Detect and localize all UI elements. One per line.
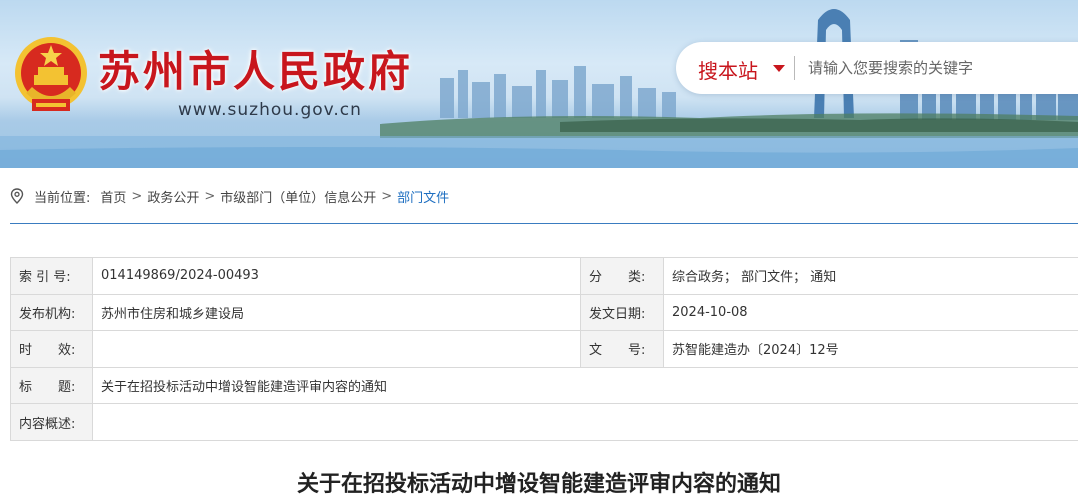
validity-value [92, 330, 581, 368]
document-meta-table: 索 引 号: 014149869/2024-00493 分 类: 综合政务； 部… [10, 257, 1078, 441]
caret-down-icon[interactable] [773, 65, 785, 72]
breadcrumb: 当前位置: 首页 > 政务公开 > 市级部门（单位）信息公开 > 部门文件 [10, 186, 449, 206]
category-label: 分 类: [580, 257, 664, 295]
issue-date-label: 发文日期: [580, 293, 664, 332]
breadcrumb-separator: > [204, 188, 216, 204]
site-title: 苏州市人民政府 [98, 47, 414, 96]
doc-no-value: 苏智能建造办〔2024〕12号 [663, 330, 1078, 368]
national-emblem-icon [15, 37, 87, 111]
index-no-label: 索 引 号: [10, 257, 93, 295]
breadcrumb-department-info-link[interactable]: 市级部门（单位）信息公开 [220, 187, 376, 206]
site-url: www.suzhou.gov.cn [178, 100, 362, 120]
publisher-value: 苏州市住房和城乡建设局 [92, 293, 581, 332]
issue-date-value: 2024-10-08 [663, 293, 1078, 332]
search-scope-dropdown[interactable]: 搜本站 [698, 55, 758, 84]
breadcrumb-divider [10, 223, 1078, 224]
breadcrumb-separator: > [131, 188, 143, 204]
title-label: 标 题: [10, 366, 93, 405]
table-row: 时 效: 文 号: 苏智能建造办〔2024〕12号 [10, 330, 1078, 368]
header-banner: 苏州市人民政府 www.suzhou.gov.cn 搜本站 [0, 0, 1078, 168]
table-row: 发布机构: 苏州市住房和城乡建设局 发文日期: 2024-10-08 [10, 293, 1078, 332]
breadcrumb-department-docs-link[interactable]: 部门文件 [397, 187, 449, 206]
search-divider [794, 56, 795, 80]
location-pin-icon [10, 188, 24, 204]
search-input[interactable] [808, 54, 1058, 82]
validity-label: 时 效: [10, 330, 93, 368]
search-box: 搜本站 [676, 42, 1078, 94]
breadcrumb-separator: > [381, 188, 393, 204]
table-row: 内容概述: [10, 403, 1078, 441]
document-title: 关于在招投标活动中增设智能建造评审内容的通知 [296, 472, 781, 497]
title-value: 关于在招投标活动中增设智能建造评审内容的通知 [92, 366, 1078, 405]
index-no-value: 014149869/2024-00493 [92, 257, 581, 295]
breadcrumb-label: 当前位置: [34, 190, 91, 206]
breadcrumb-gov-affairs-link[interactable]: 政务公开 [147, 187, 199, 206]
publisher-label: 发布机构: [10, 293, 93, 332]
table-row: 索 引 号: 014149869/2024-00493 分 类: 综合政务； 部… [10, 257, 1078, 295]
summary-label: 内容概述: [10, 403, 93, 441]
table-row: 标 题: 关于在招投标活动中增设智能建造评审内容的通知 [10, 366, 1078, 405]
category-value: 综合政务； 部门文件； 通知 [663, 257, 1078, 295]
summary-value [92, 403, 1078, 441]
doc-no-label: 文 号: [580, 330, 664, 368]
breadcrumb-home-link[interactable]: 首页 [100, 187, 126, 206]
